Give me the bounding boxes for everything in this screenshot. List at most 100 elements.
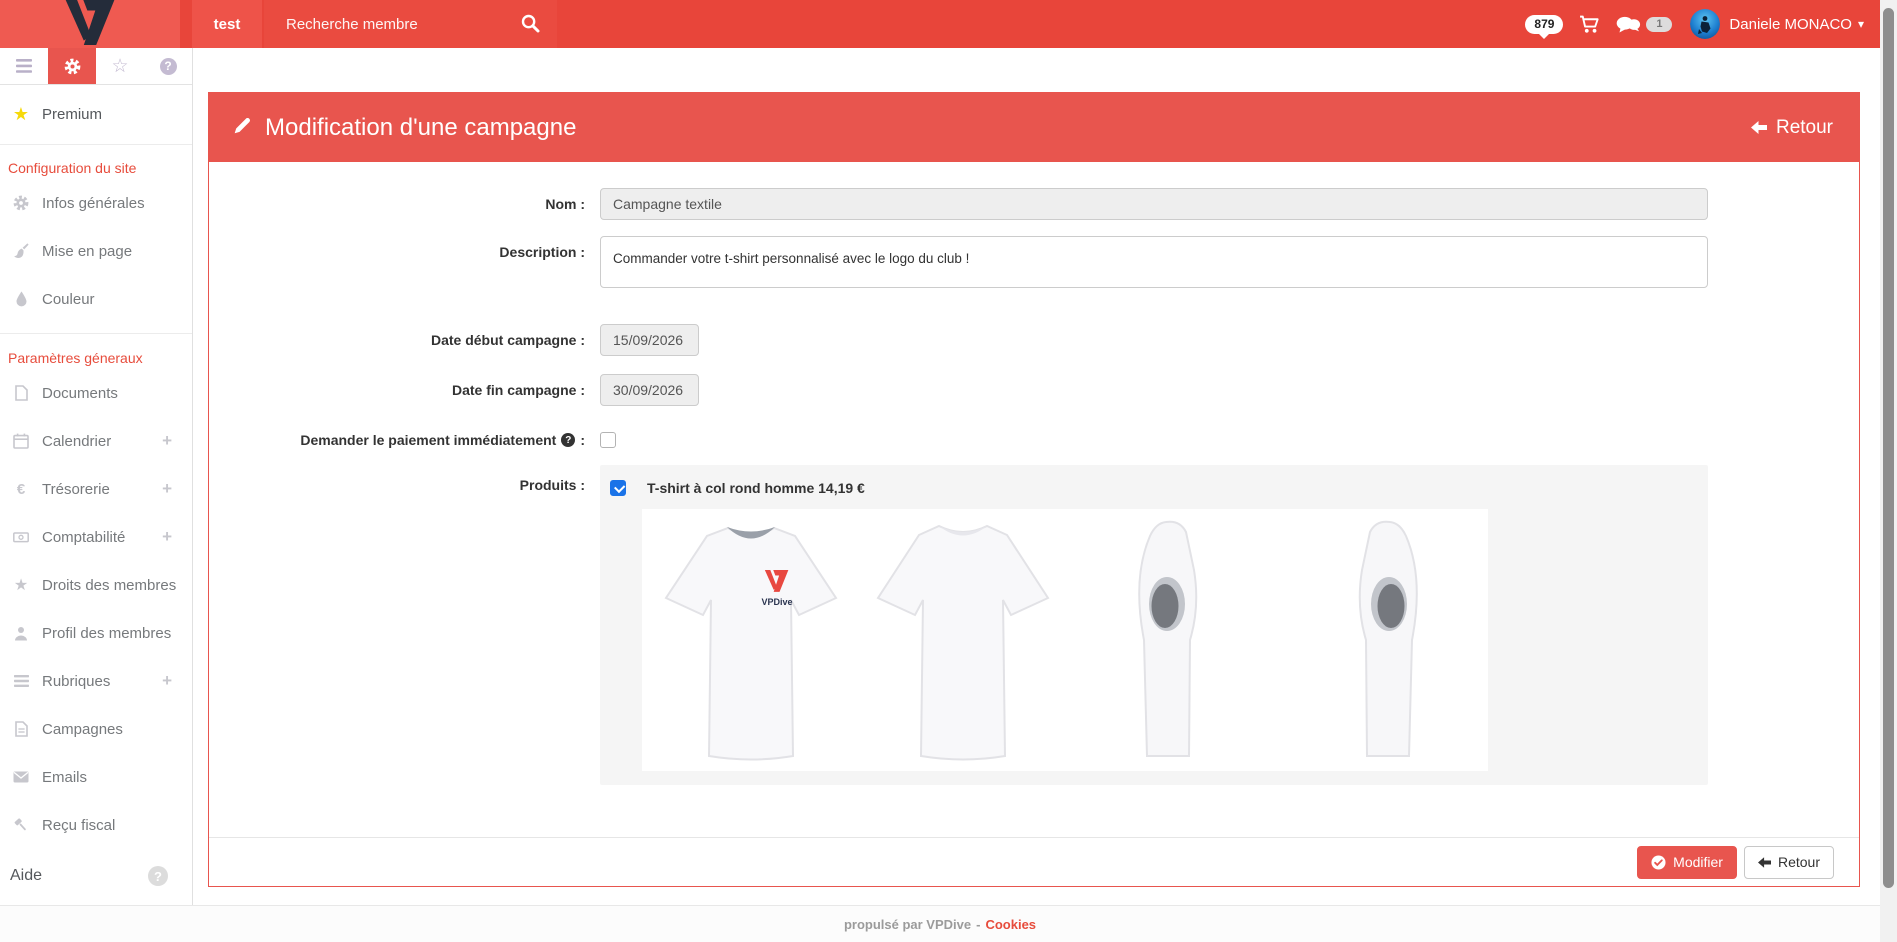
sidebar-item-documents[interactable]: Documents <box>0 369 192 417</box>
sidebar-item-recu-fiscal[interactable]: Reçu fiscal <box>0 801 192 849</box>
panel-header: Modification d'une campagne Retour <box>209 93 1859 162</box>
campaign-edit-panel: Modification d'une campagne Retour Nom :… <box>208 92 1860 887</box>
chevron-down-icon[interactable]: ▾ <box>1858 17 1864 31</box>
paintbrush-icon <box>12 243 30 259</box>
retour-button[interactable]: Retour <box>1744 846 1834 879</box>
premium-label: Premium <box>42 106 102 123</box>
sidebar-item-campagnes[interactable]: Campagnes <box>0 705 192 753</box>
sidebar-item-rubriques[interactable]: Rubriques + <box>0 657 192 705</box>
modifier-label: Modifier <box>1673 854 1723 870</box>
sidebar-item-label: Couleur <box>42 291 95 308</box>
sidebar-item-label: Droits des membres <box>42 577 176 594</box>
top-bar: test 879 <box>0 0 1880 48</box>
banknote-icon <box>12 529 30 545</box>
product-checkbox[interactable] <box>610 480 626 496</box>
search-icon[interactable] <box>520 13 541 39</box>
produits-label: Produits : <box>209 465 600 495</box>
product-name: T-shirt à col rond homme 14,19 € <box>647 480 865 496</box>
product-box: T-shirt à col rond homme 14,19 € <box>600 465 1708 785</box>
paiement-checkbox[interactable] <box>600 432 616 448</box>
list-icon <box>12 675 30 687</box>
sidebar-item-label: Infos générales <box>42 195 145 212</box>
messages-count: 1 <box>1656 18 1662 30</box>
sidebar-item-calendrier[interactable]: Calendrier + <box>0 417 192 465</box>
description-textarea[interactable]: Commander votre t-shirt personnalisé ave… <box>600 236 1708 288</box>
member-search <box>264 0 557 48</box>
member-search-input[interactable] <box>264 0 557 48</box>
top-right-cluster: 879 1 <box>1525 0 1864 48</box>
product-logo-text: VPDive <box>761 597 792 607</box>
back-button-header[interactable]: Retour <box>1751 117 1833 139</box>
description-label: Description : <box>209 236 600 262</box>
scrollbar-thumb[interactable] <box>1883 8 1894 888</box>
chat-icon[interactable] <box>1616 16 1641 33</box>
user-menu[interactable]: Daniele MONACO <box>1729 16 1852 33</box>
cookies-link[interactable]: Cookies <box>985 917 1036 932</box>
sidebar-item-label: Campagnes <box>42 721 123 738</box>
sidebar-tab-bar: ☆ ? <box>0 48 192 85</box>
date-fin-input[interactable] <box>600 374 699 406</box>
product-images: VPDive <box>642 509 1488 771</box>
back-label: Retour <box>1776 117 1833 139</box>
sidebar-item-label: Rubriques <box>42 673 110 690</box>
credits-badge[interactable]: 879 <box>1525 15 1563 34</box>
expand-plus-icon[interactable]: + <box>162 479 172 499</box>
gear-icon <box>64 58 81 75</box>
tshirt-side-image <box>1332 512 1436 773</box>
sidebar-item-droits-des-membres[interactable]: ★ Droits des membres <box>0 561 192 609</box>
sidebar-item-emails[interactable]: Emails <box>0 753 192 801</box>
page-title: Modification d'une campagne <box>265 114 576 142</box>
retour-label: Retour <box>1778 854 1820 870</box>
sidebar-item-label: Comptabilité <box>42 529 125 546</box>
question-icon: ? <box>160 58 177 75</box>
tab-menu[interactable] <box>0 48 48 84</box>
sidebar-item-infos-generales[interactable]: Infos générales <box>0 179 192 227</box>
pencil-icon <box>233 114 252 142</box>
droplet-icon <box>12 291 30 307</box>
sidebar-item-label: Mise en page <box>42 243 132 260</box>
cart-icon[interactable] <box>1579 15 1600 34</box>
tab-favorites[interactable]: ☆ <box>96 48 144 84</box>
sidebar-item-aide[interactable]: Aide ? <box>0 853 192 899</box>
messages-count-badge[interactable]: 1 <box>1646 17 1672 32</box>
tab-help[interactable]: ? <box>144 48 192 84</box>
sidebar-item-comptabilite[interactable]: Comptabilité + <box>0 513 192 561</box>
vpdive-logo-block[interactable] <box>0 0 180 48</box>
date-fin-label: Date fin campagne : <box>209 382 600 398</box>
nom-input[interactable] <box>600 188 1708 220</box>
sidebar-item-label: Emails <box>42 769 87 786</box>
section-title-configuration: Configuration du site <box>0 145 192 179</box>
file-text-icon <box>12 721 30 737</box>
sidebar-item-label: Documents <box>42 385 118 402</box>
expand-plus-icon[interactable]: + <box>162 527 172 547</box>
tab-settings[interactable] <box>48 48 96 84</box>
sidebar-item-tresorerie[interactable]: € Trésorerie + <box>0 465 192 513</box>
sidebar-item-profil-des-membres[interactable]: Profil des membres <box>0 609 192 657</box>
panel-footer: Modifier Retour <box>209 837 1859 886</box>
date-debut-label: Date début campagne : <box>209 332 600 348</box>
document-icon <box>12 385 30 401</box>
user-avatar[interactable] <box>1690 9 1720 39</box>
help-icon[interactable]: ? <box>148 866 168 886</box>
help-circle-icon: ? <box>561 433 575 447</box>
paiement-label: Demander le paiement immédiatement ? : <box>209 432 600 448</box>
site-tab-test[interactable]: test <box>192 0 262 48</box>
sidebar-item-label: Calendrier <box>42 433 111 450</box>
modifier-button[interactable]: Modifier <box>1637 846 1737 879</box>
gavel-icon <box>12 817 30 833</box>
credits-count: 879 <box>1534 17 1554 31</box>
sidebar-item-couleur[interactable]: Couleur <box>0 275 192 323</box>
arrow-left-icon <box>1751 121 1767 134</box>
sidebar-item-label: Profil des membres <box>42 625 171 642</box>
section-title-parametres: Paramètres géneraux <box>0 333 192 369</box>
sidebar-item-premium[interactable]: ★ Premium <box>0 85 192 145</box>
sidebar-item-mise-en-page[interactable]: Mise en page <box>0 227 192 275</box>
euro-icon: € <box>12 481 30 498</box>
date-debut-input[interactable] <box>600 324 699 356</box>
expand-plus-icon[interactable]: + <box>162 431 172 451</box>
expand-plus-icon[interactable]: + <box>162 671 172 691</box>
nom-label: Nom : <box>209 196 600 212</box>
arrow-left-icon <box>1758 857 1771 868</box>
star-outline-icon: ☆ <box>111 55 128 78</box>
star-icon: ★ <box>12 104 30 125</box>
